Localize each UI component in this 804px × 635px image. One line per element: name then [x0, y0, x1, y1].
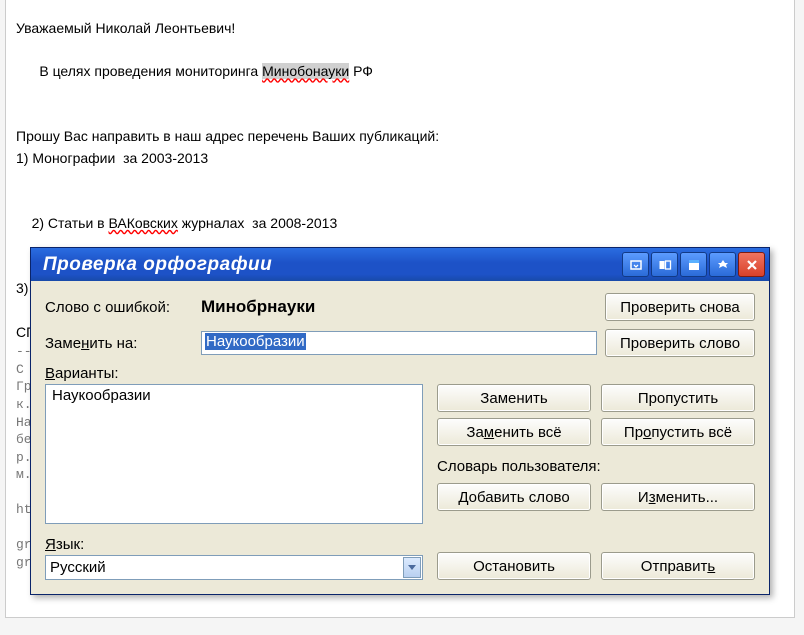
close-button[interactable]	[738, 252, 765, 277]
doc-line: 1) Монографии за 2003-2013	[16, 148, 782, 170]
titlebar-button-4[interactable]	[709, 252, 736, 277]
replace-with-input[interactable]: Наукообразии	[201, 331, 597, 355]
dialog-body: Слово с ошибкой: Минобрнауки Проверить с…	[31, 281, 769, 594]
doc-line: Уважаемый Николай Леонтьевич!	[16, 18, 782, 40]
input-selection: Наукообразии	[205, 333, 306, 350]
spellcheck-dialog: Проверка орфографии Слово с ошибкой: Мин…	[30, 247, 770, 595]
language-select[interactable]: Русский	[45, 555, 423, 580]
error-word-value: Минобрнауки	[201, 297, 597, 317]
variants-listbox[interactable]: Наукообразии	[45, 384, 423, 524]
titlebar-button-2[interactable]	[651, 252, 678, 277]
variants-label: Варианты:	[45, 365, 755, 382]
add-word-button[interactable]: Добавить слово	[437, 483, 591, 511]
dialog-title: Проверка орфографии	[43, 254, 622, 276]
doc-line: Прошу Вас направить в наш адрес перечень…	[16, 126, 782, 148]
check-word-button[interactable]: Проверить слово	[605, 329, 755, 357]
list-item[interactable]: Наукообразии	[52, 387, 416, 404]
chevron-down-icon[interactable]	[403, 557, 421, 578]
stop-button[interactable]: Остановить	[437, 552, 591, 580]
replace-button[interactable]: Заменить	[437, 384, 591, 412]
titlebar-button-1[interactable]	[622, 252, 649, 277]
text: РФ	[349, 63, 373, 79]
skip-button[interactable]: Пропустить	[601, 384, 755, 412]
language-value: Русский	[50, 559, 106, 576]
send-button[interactable]: Отправить	[601, 552, 755, 580]
replace-all-button[interactable]: Заменить всё	[437, 418, 591, 446]
misspelled-word: Минобонауки	[262, 63, 349, 79]
check-again-button[interactable]: Проверить снова	[605, 293, 755, 321]
titlebar-button-3[interactable]	[680, 252, 707, 277]
user-dictionary-label: Словарь пользователя:	[437, 458, 755, 475]
text: журналах за 2008-2013	[178, 215, 337, 231]
replace-with-label: Заменить на:	[45, 335, 193, 352]
skip-all-button[interactable]: Пропустить всё	[601, 418, 755, 446]
dialog-titlebar[interactable]: Проверка орфографии	[31, 248, 769, 281]
text: 2) Статьи в	[32, 215, 109, 231]
modify-button[interactable]: Изменить...	[601, 483, 755, 511]
misspelled-word: ВАКовских	[109, 215, 178, 231]
text: В целях проведения мониторинга	[32, 63, 263, 79]
language-label: Язык:	[45, 536, 423, 553]
doc-line: В целях проведения мониторинга Минобонау…	[16, 40, 782, 105]
error-word-label: Слово с ошибкой:	[45, 299, 193, 316]
